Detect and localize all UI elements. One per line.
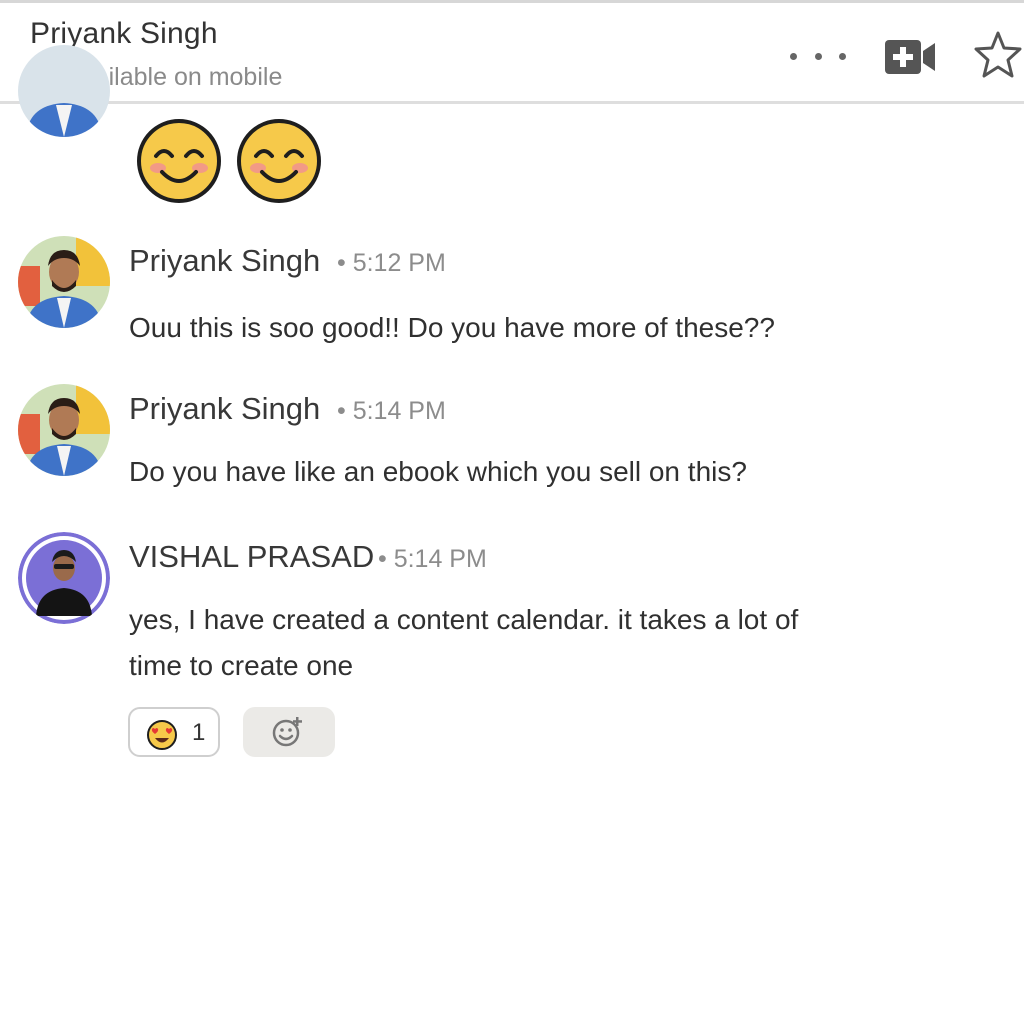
smiling-face-icon: [237, 119, 321, 203]
avatar-photo: [18, 45, 110, 137]
add-reaction-icon: [272, 717, 302, 747]
avatar[interactable]: [18, 45, 110, 137]
more-dot: [839, 52, 846, 60]
favorite-button[interactable]: [972, 29, 1024, 81]
more-options-button[interactable]: [790, 43, 846, 69]
smiling-face-icon: [137, 119, 221, 203]
avatar[interactable]: [18, 384, 110, 476]
message-sender[interactable]: Priyank Singh: [129, 391, 320, 427]
more-horizontal-icon: [790, 52, 797, 60]
video-call-icon: [885, 40, 935, 74]
avatar-photo: [18, 236, 110, 328]
message-timestamp: • 5:14 PM: [337, 397, 446, 425]
message-text-line: yes, I have created a content calendar. …: [129, 604, 799, 635]
avatar[interactable]: [18, 532, 110, 624]
avatar-photo: [18, 384, 110, 476]
star-outline-icon: [974, 31, 1022, 78]
message-timestamp: • 5:14 PM: [378, 545, 487, 573]
add-reaction-button[interactable]: [243, 707, 335, 757]
message-sender[interactable]: Priyank Singh: [129, 243, 320, 279]
chat-window: Priyank Singh Available on mobile Priyan…: [0, 0, 1024, 1024]
avatar[interactable]: [18, 236, 110, 328]
message-text: Do you have like an ebook which you sell…: [129, 456, 747, 487]
message-sender[interactable]: VISHAL PRASAD: [129, 539, 374, 575]
reaction-chip[interactable]: 1: [128, 707, 220, 757]
message-text-line: time to create one: [129, 650, 354, 681]
more-dot: [814, 52, 822, 60]
chat-header: Priyank Singh Available on mobile: [0, 3, 1024, 104]
avatar-photo: [18, 532, 110, 624]
message-text: Ouu this is soo good!! Do you have more …: [129, 312, 775, 343]
heart-eyes-icon: [147, 720, 177, 750]
reaction-count: 1: [192, 719, 206, 746]
message-timestamp: • 5:12 PM: [337, 249, 446, 277]
video-call-button[interactable]: [882, 37, 940, 77]
